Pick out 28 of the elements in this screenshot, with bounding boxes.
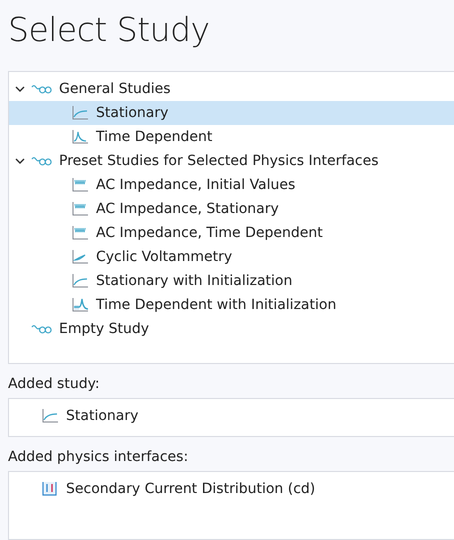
loop-chart-icon	[71, 249, 89, 265]
tree-item[interactable]: AC Impedance, Initial Values	[9, 173, 454, 197]
beaker-icon	[41, 480, 59, 497]
curve-chart-icon	[41, 408, 59, 424]
tree-item[interactable]: Cyclic Voltammetry	[9, 245, 454, 269]
tree-item[interactable]: Stationary	[9, 101, 454, 125]
chevron-icon[interactable]	[15, 156, 25, 166]
page-title: Select Study	[8, 10, 211, 49]
peak-chart-icon	[71, 129, 89, 145]
tree-item[interactable]: Time Dependent	[9, 125, 454, 149]
tree-item[interactable]: Stationary with Initialization	[9, 269, 454, 293]
tree-item[interactable]: Preset Studies for Selected Physics Interfaces	[9, 149, 454, 173]
list-item: Secondary Current Distribution (cd)	[66, 480, 316, 497]
tree-item[interactable]: General Studies	[9, 77, 454, 101]
section-label: Added study:	[8, 376, 101, 392]
tree-item[interactable]: Time Dependent with Initialization	[9, 293, 454, 317]
tree-item[interactable]: AC Impedance, Stationary	[9, 197, 454, 221]
chevron-icon[interactable]	[15, 84, 25, 94]
curve-chart-icon	[71, 105, 89, 121]
tree-item[interactable]: AC Impedance, Time Dependent	[9, 221, 454, 245]
wave-chart-icon	[71, 177, 89, 193]
peak-chart-icon	[71, 297, 89, 313]
wave-chart-icon	[71, 225, 89, 241]
wave-chart-icon	[71, 201, 89, 217]
tree-item[interactable]: Empty Study	[9, 317, 454, 341]
curve-chart-icon	[71, 273, 89, 289]
section-label: Added physics interfaces:	[8, 448, 190, 465]
list-item: Stationary	[66, 408, 138, 424]
